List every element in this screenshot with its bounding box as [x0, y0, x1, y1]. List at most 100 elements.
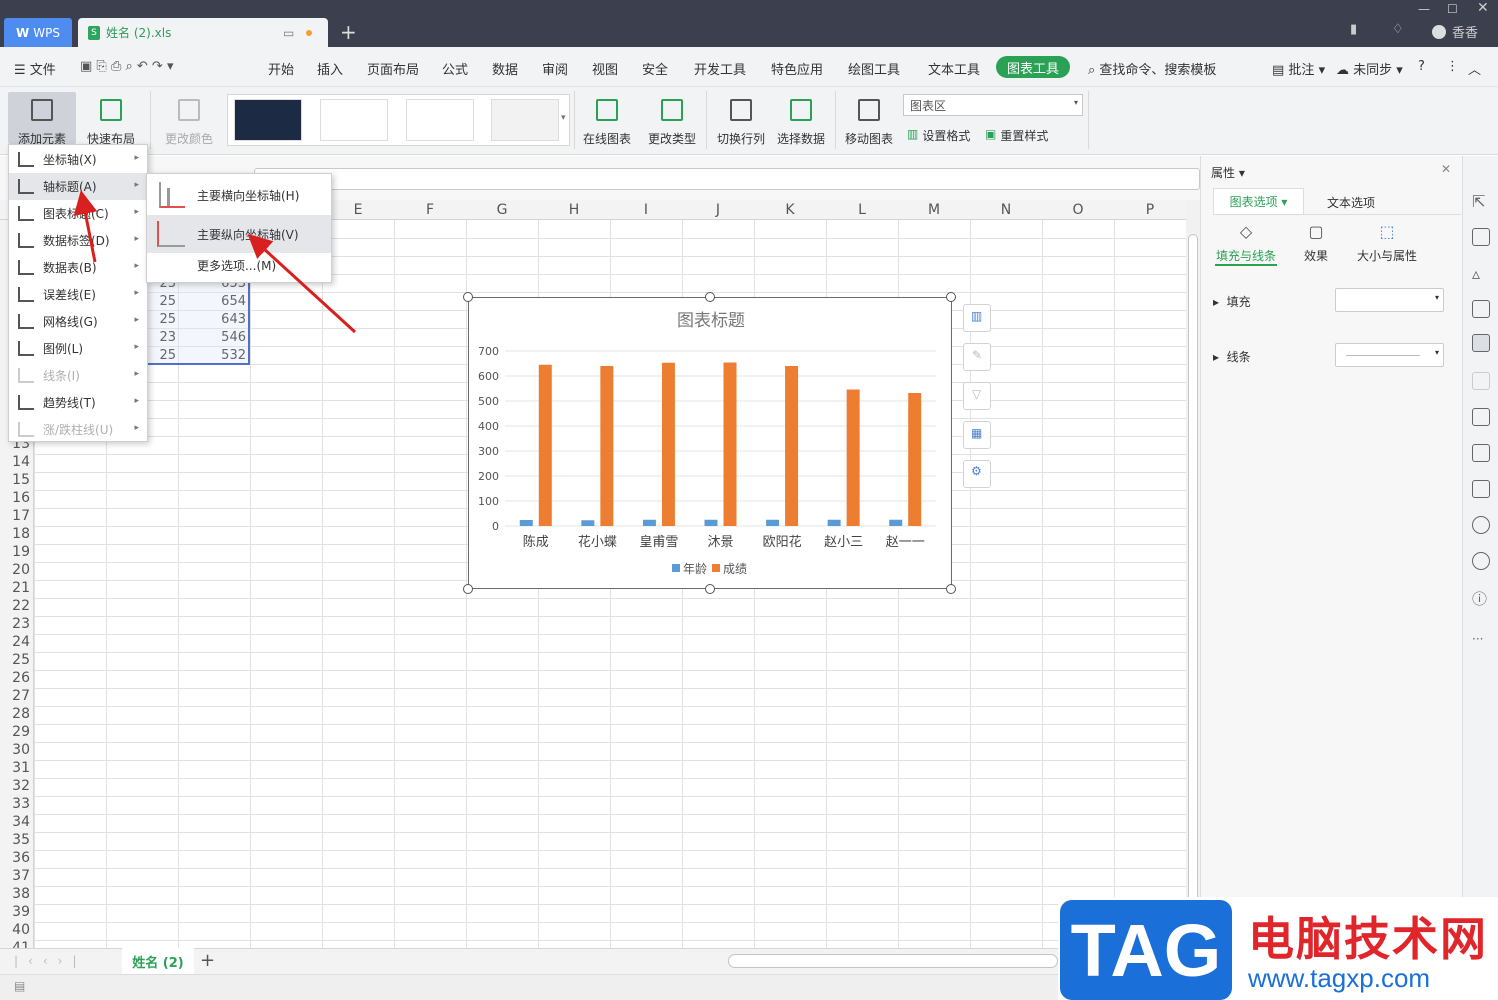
quick-layout-button[interactable]: 快速布局 — [80, 96, 142, 147]
row-header-24[interactable]: 24 — [0, 634, 30, 650]
row-header-38[interactable]: 38 — [0, 886, 30, 902]
chart-element-select[interactable]: 图表区 ▾ — [903, 94, 1083, 116]
chart-style-dark[interactable] — [234, 99, 302, 141]
properties-icon[interactable] — [1472, 334, 1490, 352]
add-element-control[interactable]: 添加元素 — [12, 96, 72, 147]
menu-item-9[interactable]: 趋势线(T) ▸ — [9, 389, 147, 416]
change-color-button[interactable]: 更改颜色 — [158, 96, 220, 147]
file-tab[interactable]: S 姓名 (2).xls ▭ — [78, 18, 328, 47]
menu-data[interactable]: 数据 — [492, 59, 518, 78]
resize-handle-br[interactable] — [946, 584, 956, 594]
skin-icon[interactable]: ♢ — [1392, 22, 1404, 37]
archive-icon[interactable] — [1472, 444, 1490, 462]
subtab-effect[interactable]: ▢ 效果 — [1296, 222, 1336, 264]
tool-icon[interactable] — [1472, 372, 1490, 390]
more-options[interactable]: 更多选项...(M) — [147, 250, 331, 280]
formula-input[interactable] — [254, 168, 1200, 190]
status-icon[interactable]: ▤ — [14, 979, 25, 993]
collapse-ribbon-icon[interactable]: ︿ — [1468, 59, 1481, 78]
online-chart-button[interactable]: 在线图表 — [578, 96, 636, 147]
help-circle-icon[interactable]: ⓘ — [1472, 588, 1490, 608]
resize-handle-bl[interactable] — [463, 584, 473, 594]
menu-page-layout[interactable]: 页面布局 — [367, 59, 419, 78]
chart-style-light-pink[interactable] — [491, 99, 559, 141]
row-header-19[interactable]: 19 — [0, 544, 30, 560]
close-window-icon[interactable]: ✕ — [1477, 0, 1489, 16]
user-area[interactable]: 香香 — [1432, 22, 1478, 41]
row-header-28[interactable]: 28 — [0, 706, 30, 722]
reset-style-button[interactable]: ▣ 重置样式 — [985, 127, 1048, 144]
cursor-icon[interactable]: ⇱ — [1472, 192, 1490, 211]
row-header-17[interactable]: 17 — [0, 508, 30, 524]
menu-item-8[interactable]: 线条(I) ▸ — [9, 362, 147, 389]
row-header-35[interactable]: 35 — [0, 832, 30, 848]
line-select[interactable]: ▾ — [1335, 343, 1444, 367]
comment-button[interactable]: ▤ 批注 ▾ — [1272, 59, 1325, 78]
subtab-fill-line[interactable]: ◇ 填充与线条 — [1215, 222, 1277, 264]
chart-style-gallery[interactable]: ▾ — [227, 94, 570, 146]
resize-handle-b[interactable] — [705, 584, 715, 594]
backup-icon[interactable] — [1472, 408, 1490, 426]
style-icon[interactable]: ▵ — [1472, 264, 1490, 283]
chart-settings-float-button[interactable]: ⚙ — [963, 460, 991, 488]
sheet-nav-icons[interactable]: |‹‹›| — [14, 954, 86, 968]
menu-insert[interactable]: 插入 — [317, 59, 343, 78]
chart-elements-float-button[interactable]: ▥ — [963, 304, 991, 332]
menu-review[interactable]: 审阅 — [542, 59, 568, 78]
menu-drawing-tools[interactable]: 绘图工具 — [848, 59, 900, 78]
row-header-20[interactable]: 20 — [0, 562, 30, 578]
menu-security[interactable]: 安全 — [642, 59, 668, 78]
tab-text-options[interactable]: 文本选项 — [1327, 194, 1375, 211]
resize-handle-tl[interactable] — [463, 292, 473, 302]
column-header-M[interactable]: M — [898, 202, 970, 218]
column-header-P[interactable]: P — [1114, 202, 1186, 218]
panel-title[interactable]: 属性 ▾ — [1211, 164, 1245, 181]
column-header-E[interactable]: E — [322, 202, 394, 218]
row-header-21[interactable]: 21 — [0, 580, 30, 596]
column-header-H[interactable]: H — [538, 202, 610, 218]
row-header-37[interactable]: 37 — [0, 868, 30, 884]
table-icon[interactable] — [1472, 300, 1490, 318]
row-header-26[interactable]: 26 — [0, 670, 30, 686]
resize-handle-t[interactable] — [705, 292, 715, 302]
subtab-size-props[interactable]: ⬚ 大小与属性 — [1351, 222, 1423, 264]
row-header-22[interactable]: 22 — [0, 598, 30, 614]
command-search[interactable]: ⌕ 查找命令、搜索模板 — [1088, 59, 1216, 78]
row-header-25[interactable]: 25 — [0, 652, 30, 668]
menu-item-5[interactable]: 误差线(E) ▸ — [9, 281, 147, 308]
online-chart-float-button[interactable]: ▦ — [963, 421, 991, 449]
layout-icon[interactable]: ▮ — [1350, 22, 1357, 37]
chart[interactable]: 图表标题 0 100 200 300 400 500 600 700 陈成 花小蝶 皇甫雪 沐景 欧阳花 赵… — [468, 297, 952, 589]
resize-handle-tr[interactable] — [946, 292, 956, 302]
wps-home-tab[interactable]: W WPS — [4, 18, 72, 47]
menu-text-tools[interactable]: 文本工具 — [928, 59, 980, 78]
menu-item-3[interactable]: 数据标签(D) ▸ — [9, 227, 147, 254]
chart-style-light-red[interactable] — [320, 99, 388, 141]
chart-style-float-button[interactable]: ✎ — [963, 343, 991, 371]
row-header-36[interactable]: 36 — [0, 850, 30, 866]
history-icon[interactable] — [1472, 552, 1490, 570]
column-header-K[interactable]: K — [754, 202, 826, 218]
horizontal-scrollbar[interactable] — [728, 954, 1058, 968]
chart-filter-float-button[interactable]: ▽ — [963, 382, 991, 410]
menu-item-0[interactable]: 坐标轴(X) ▸ — [9, 146, 147, 173]
set-format-button[interactable]: ▥ 设置格式 — [907, 127, 970, 144]
change-type-button[interactable]: 更改类型 — [646, 96, 698, 147]
sync-button[interactable]: ☁ 未同步 ▾ — [1336, 59, 1403, 78]
menu-item-7[interactable]: 图例(L) ▸ — [9, 335, 147, 362]
add-sheet-button[interactable]: + — [200, 950, 215, 971]
menu-view[interactable]: 视图 — [592, 59, 618, 78]
menu-item-4[interactable]: 数据表(B) ▸ — [9, 254, 147, 281]
minimize-icon[interactable]: — — [1418, 2, 1430, 16]
menu-formula[interactable]: 公式 — [442, 59, 468, 78]
image-icon[interactable] — [1472, 480, 1490, 498]
shield-icon[interactable] — [1472, 516, 1490, 534]
row-header-40[interactable]: 40 — [0, 922, 30, 938]
shapes-icon[interactable] — [1472, 228, 1490, 246]
row-header-27[interactable]: 27 — [0, 688, 30, 704]
primary-vertical-axis-title[interactable]: 主要纵向坐标轴(V) — [147, 215, 331, 253]
row-header-14[interactable]: 14 — [0, 454, 30, 470]
row-header-23[interactable]: 23 — [0, 616, 30, 632]
column-header-I[interactable]: I — [610, 202, 682, 218]
row-header-34[interactable]: 34 — [0, 814, 30, 830]
